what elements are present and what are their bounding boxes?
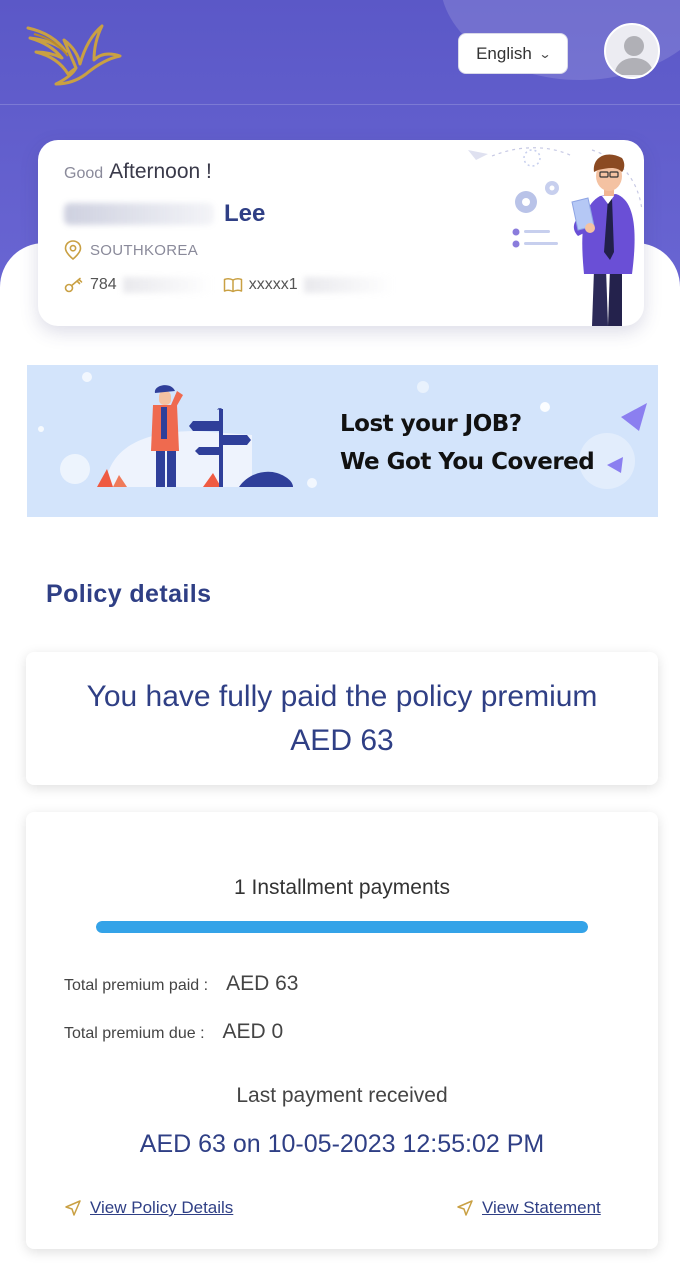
total-due-row: Total premium due : AED 0 bbox=[64, 1020, 283, 1044]
user-avatar-icon[interactable] bbox=[604, 23, 660, 79]
businessman-illustration bbox=[468, 147, 643, 326]
location-pin-icon bbox=[64, 240, 82, 260]
send-arrow-icon bbox=[457, 1200, 473, 1216]
greeting-period: Afternoon ! bbox=[109, 160, 212, 183]
user-last-name: Lee bbox=[224, 200, 266, 227]
redacted-first-name bbox=[64, 203, 214, 225]
id-number: 784 bbox=[90, 276, 117, 293]
book-icon bbox=[223, 278, 242, 293]
installment-progress-bar bbox=[96, 921, 588, 933]
view-policy-details-label: View Policy Details bbox=[90, 1198, 234, 1217]
redacted-id-digits bbox=[122, 277, 213, 293]
greeting: Good Afternoon ! bbox=[64, 160, 212, 184]
country-label: SOUTHKOREA bbox=[90, 241, 199, 259]
installment-progress-fill bbox=[96, 921, 588, 933]
banner-text: Lost your JOB? We Got You Covered bbox=[340, 405, 595, 481]
payment-summary-card: 1 Installment payments Total premium pai… bbox=[26, 812, 658, 1249]
key-icon bbox=[64, 277, 83, 293]
banner-line-2: We Got You Covered bbox=[340, 449, 595, 475]
id-row: 784 xxxxx1 bbox=[64, 276, 394, 294]
greeting-prefix: Good bbox=[64, 165, 104, 182]
view-statement-link[interactable]: View Statement bbox=[456, 1198, 601, 1218]
total-paid-value: AED 63 bbox=[226, 972, 299, 995]
installments-label: 1 Installment payments bbox=[234, 876, 450, 899]
language-label: English bbox=[476, 43, 532, 63]
golden-eagle-logo-icon[interactable] bbox=[24, 22, 124, 86]
user-name: Lee bbox=[64, 200, 265, 228]
total-due-label: Total premium due : bbox=[64, 1025, 205, 1042]
last-payment-label: Last payment received bbox=[236, 1084, 448, 1107]
redacted-passport-digits bbox=[303, 277, 394, 293]
paid-status-card: You have fully paid the policy premium A… bbox=[26, 652, 658, 785]
paid-message: You have fully paid the policy premium A… bbox=[86, 679, 598, 757]
language-selector[interactable]: English ⌄ bbox=[458, 33, 568, 74]
total-paid-row: Total premium paid : AED 63 bbox=[64, 972, 298, 996]
banner-line-1: Lost your JOB? bbox=[340, 411, 522, 437]
header-divider bbox=[0, 104, 680, 105]
svg-text:?: ? bbox=[217, 407, 223, 418]
send-arrow-icon bbox=[65, 1200, 81, 1216]
greeting-card: Good Afternoon ! Lee SOUTHKOREA 784 xxxx… bbox=[38, 140, 644, 326]
chevron-down-icon: ⌄ bbox=[538, 46, 552, 61]
policy-details-title: Policy details bbox=[46, 580, 212, 608]
total-due-value: AED 0 bbox=[222, 1020, 284, 1043]
emirates-id: 784 bbox=[64, 276, 213, 294]
view-statement-label: View Statement bbox=[482, 1198, 601, 1217]
passport-number: xxxxx1 bbox=[248, 276, 298, 293]
total-paid-label: Total premium paid : bbox=[64, 977, 209, 994]
user-country: SOUTHKOREA bbox=[64, 240, 198, 260]
promo-banner[interactable]: ? Lost your JOB? We Got You Covered bbox=[27, 365, 658, 517]
last-payment-value: AED 63 on 10-05-2023 12:55:02 PM bbox=[139, 1130, 545, 1158]
passport: xxxxx1 bbox=[223, 276, 394, 294]
view-policy-details-link[interactable]: View Policy Details bbox=[64, 1198, 233, 1218]
